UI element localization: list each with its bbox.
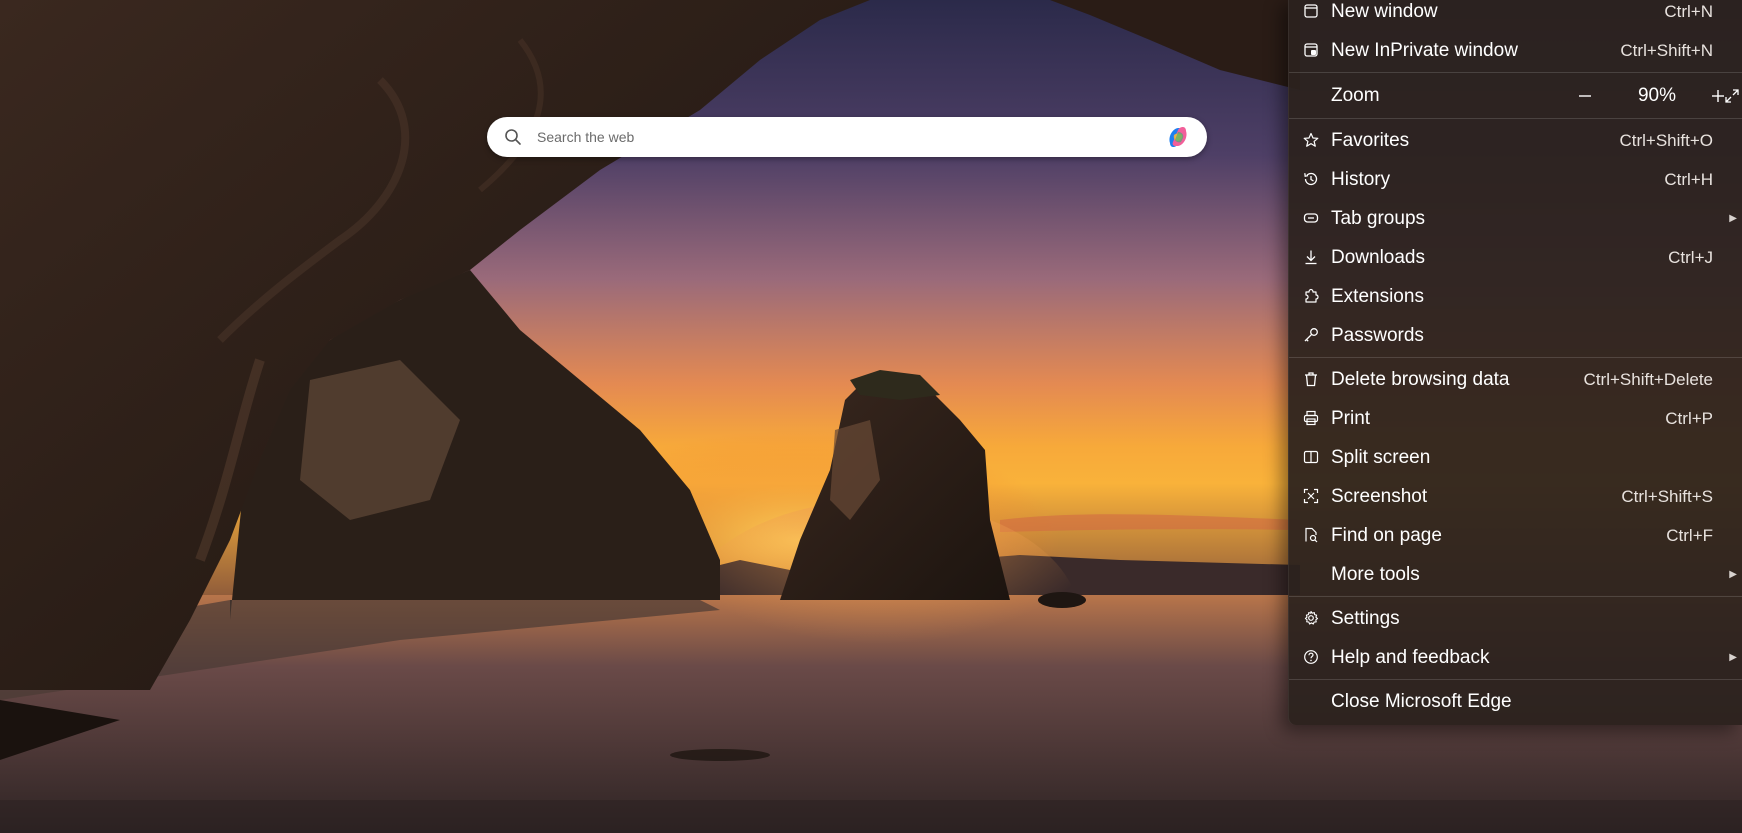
star-icon [1302,131,1320,149]
menu-item-extensions[interactable]: Extensions [1289,277,1742,316]
search-box[interactable] [487,117,1207,157]
trash-icon [1302,370,1320,388]
printer-icon [1302,409,1320,427]
tab-groups-icon [1302,209,1320,227]
menu-item-label: More tools [1331,563,1420,585]
menu-item-label: Split screen [1331,446,1431,468]
menu-item-label: Screenshot [1331,485,1428,507]
menu-item-label: Passwords [1331,324,1424,346]
menu-item-screenshot[interactable]: Screenshot Ctrl+Shift+S [1289,477,1742,516]
chevron-right-icon: ▶ [1729,652,1737,663]
menu-item-shortcut: Ctrl+N [1664,1,1713,21]
help-icon [1302,648,1320,666]
menu-item-help-and-feedback[interactable]: Help and feedback ▶ [1289,638,1742,677]
menu-item-more-tools[interactable]: More tools ▶ [1289,555,1742,594]
menu-item-label: Close Microsoft Edge [1331,690,1512,712]
menu-item-shortcut: Ctrl+H [1664,169,1713,189]
menu-item-tab-groups[interactable]: Tab groups ▶ [1289,199,1742,238]
history-icon [1302,170,1320,188]
zoom-out-button[interactable] [1571,82,1599,110]
menu-item-zoom: Zoom 90% [1289,76,1742,116]
key-icon [1302,326,1320,344]
chevron-right-icon: ▶ [1729,569,1737,580]
menu-item-shortcut: Ctrl+Shift+Delete [1583,369,1713,389]
menu-item-label: Find on page [1331,524,1442,546]
menu-item-label: Downloads [1331,246,1425,268]
menu-item-label: Settings [1331,607,1400,629]
copilot-icon[interactable] [1163,122,1193,152]
menu-divider [1289,596,1742,597]
menu-item-shortcut: Ctrl+Shift+O [1619,130,1713,150]
menu-item-history[interactable]: History Ctrl+H [1289,160,1742,199]
search-icon [503,127,523,147]
menu-item-new-inprivate-window[interactable]: New InPrivate window Ctrl+Shift+N [1289,31,1742,70]
zoom-label: Zoom [1331,85,1380,106]
menu-divider [1289,357,1742,358]
browser-new-tab-page: New window Ctrl+N New InPrivate window C… [0,0,1742,833]
browser-settings-menu: New window Ctrl+N New InPrivate window C… [1288,0,1742,725]
split-screen-icon [1302,448,1320,466]
menu-item-label: Tab groups [1331,207,1426,229]
search-input[interactable] [537,122,1163,152]
menu-item-passwords[interactable]: Passwords [1289,316,1742,355]
chevron-right-icon: ▶ [1729,213,1737,224]
menu-item-shortcut: Ctrl+Shift+N [1620,40,1713,60]
menu-item-delete-browsing-data[interactable]: Delete browsing data Ctrl+Shift+Delete [1289,360,1742,399]
download-icon [1302,248,1320,266]
menu-item-shortcut: Ctrl+Shift+S [1621,486,1713,506]
menu-item-shortcut: Ctrl+J [1668,247,1713,267]
menu-item-label: Extensions [1331,285,1424,307]
expand-icon[interactable] [1721,85,1742,107]
menu-item-new-window[interactable]: New window Ctrl+N [1289,0,1742,31]
window-icon [1302,2,1320,20]
menu-divider [1289,118,1742,119]
menu-item-label: Print [1331,407,1371,429]
gear-icon [1302,609,1320,627]
inprivate-window-icon [1302,41,1320,59]
menu-divider [1289,679,1742,680]
menu-item-label: New InPrivate window [1331,39,1518,61]
menu-item-settings[interactable]: Settings [1289,599,1742,638]
menu-item-shortcut: Ctrl+F [1666,525,1713,545]
menu-item-label: Delete browsing data [1331,368,1510,390]
menu-item-label: History [1331,168,1391,190]
menu-item-downloads[interactable]: Downloads Ctrl+J [1289,238,1742,277]
find-icon [1302,526,1320,544]
screenshot-icon [1302,487,1320,505]
menu-item-find-on-page[interactable]: Find on page Ctrl+F [1289,516,1742,555]
menu-divider [1289,72,1742,73]
menu-item-label: Help and feedback [1331,646,1490,668]
menu-item-shortcut: Ctrl+P [1665,408,1713,428]
menu-item-split-screen[interactable]: Split screen [1289,438,1742,477]
puzzle-icon [1302,287,1320,305]
zoom-value: 90% [1637,85,1677,106]
menu-item-print[interactable]: Print Ctrl+P [1289,399,1742,438]
menu-item-label: New window [1331,0,1438,22]
menu-item-favorites[interactable]: Favorites Ctrl+Shift+O [1289,121,1742,160]
menu-item-close-microsoft-edge[interactable]: Close Microsoft Edge [1289,682,1742,721]
menu-item-label: Favorites [1331,129,1410,151]
